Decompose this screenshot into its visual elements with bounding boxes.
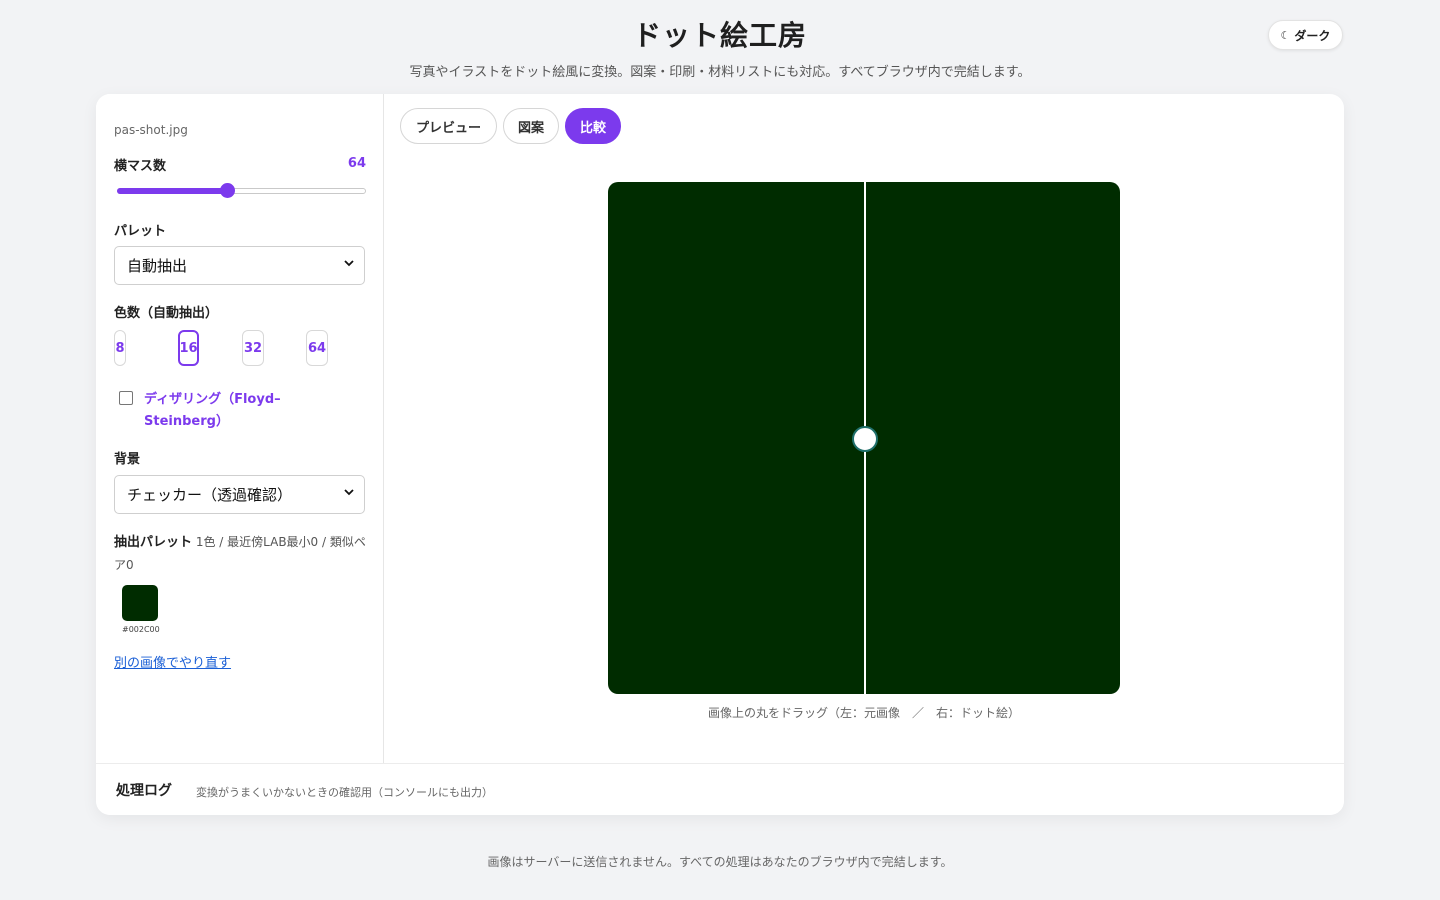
page-subtitle: 写真やイラストをドット絵風に変換。図案・印刷・材料リストにも対応。すべてブラウザ… bbox=[409, 65, 1031, 80]
palette-swatch[interactable] bbox=[122, 585, 158, 621]
page-title: ドット絵工房 bbox=[632, 19, 807, 52]
compare-view[interactable] bbox=[608, 182, 1120, 694]
color-count-8[interactable]: 8 bbox=[114, 330, 126, 366]
dither-checkbox[interactable] bbox=[119, 391, 133, 405]
compare-caption: 画像上の丸をドラッグ（左：元画像 ／ 右：ドット絵） bbox=[707, 706, 1020, 720]
color-count-16[interactable]: 16 bbox=[178, 330, 199, 366]
palette-select[interactable]: 自動抽出 bbox=[114, 246, 365, 285]
chevron-down-icon bbox=[344, 260, 354, 267]
footer-note: 画像はサーバーに送信されません。すべての処理はあなたのブラウザ内で完結します。 bbox=[487, 855, 953, 869]
log-title: 処理ログ bbox=[116, 783, 172, 799]
file-name: pas-shot.jpg bbox=[114, 123, 188, 137]
tab-pattern[interactable]: 図案 bbox=[503, 108, 559, 144]
palette-label: パレット bbox=[114, 224, 167, 239]
color-count-32[interactable]: 32 bbox=[242, 330, 264, 366]
color-count-label: 色数（自動抽出） bbox=[114, 306, 219, 321]
color-count-64[interactable]: 64 bbox=[306, 330, 328, 366]
background-select-value: チェッカー（透過確認） bbox=[127, 486, 293, 504]
width-slider[interactable] bbox=[117, 183, 366, 198]
width-label: 横マス数 bbox=[114, 159, 167, 174]
palette-select-value: 自動抽出 bbox=[127, 257, 188, 275]
slider-thumb[interactable] bbox=[219, 183, 235, 198]
background-select[interactable]: チェッカー（透過確認） bbox=[114, 475, 365, 514]
palette-swatch-label: #002C00 bbox=[122, 625, 160, 634]
retry-link[interactable]: 別の画像でやり直す bbox=[114, 652, 231, 671]
chevron-down-icon bbox=[344, 489, 354, 496]
app-header: ドット絵工房 写真やイラストをドット絵風に変換。図案・印刷・材料リストにも対応。… bbox=[0, 0, 1440, 90]
slider-fill bbox=[117, 188, 227, 194]
main-card: pas-shot.jpg 横マス数 64 パレット 自動抽出 色数（自動抽出） … bbox=[96, 94, 1344, 815]
tab-preview[interactable]: プレビュー bbox=[400, 108, 497, 144]
extracted-palette-header: 抽出パレット 1色 / 最近傍LAB最小0 / 類似ペア0 bbox=[114, 531, 368, 576]
extracted-palette-title: 抽出パレット bbox=[114, 535, 193, 550]
compare-drag-handle[interactable] bbox=[852, 426, 878, 452]
settings-sidebar: pas-shot.jpg 横マス数 64 パレット 自動抽出 色数（自動抽出） … bbox=[96, 94, 384, 763]
tab-compare[interactable]: 比較 bbox=[565, 108, 621, 144]
width-value: 64 bbox=[347, 156, 366, 171]
processing-log[interactable]: 処理ログ 変換がうまくいかないときの確認用（コンソールにも出力） bbox=[96, 763, 1344, 815]
dark-mode-toggle[interactable]: ☾ ダーク bbox=[1268, 20, 1343, 50]
preview-area: プレビュー 図案 比較 画像上の丸をドラッグ（左：元画像 ／ 右：ドット絵） bbox=[384, 94, 1344, 763]
moon-icon: ☾ bbox=[1280, 28, 1291, 42]
background-label: 背景 bbox=[114, 452, 141, 467]
dither-label[interactable]: ディザリング（Floyd–Steinberg） bbox=[144, 389, 314, 433]
dark-mode-label: ダーク bbox=[1294, 28, 1331, 43]
log-description: 変換がうまくいかないときの確認用（コンソールにも出力） bbox=[196, 786, 493, 799]
